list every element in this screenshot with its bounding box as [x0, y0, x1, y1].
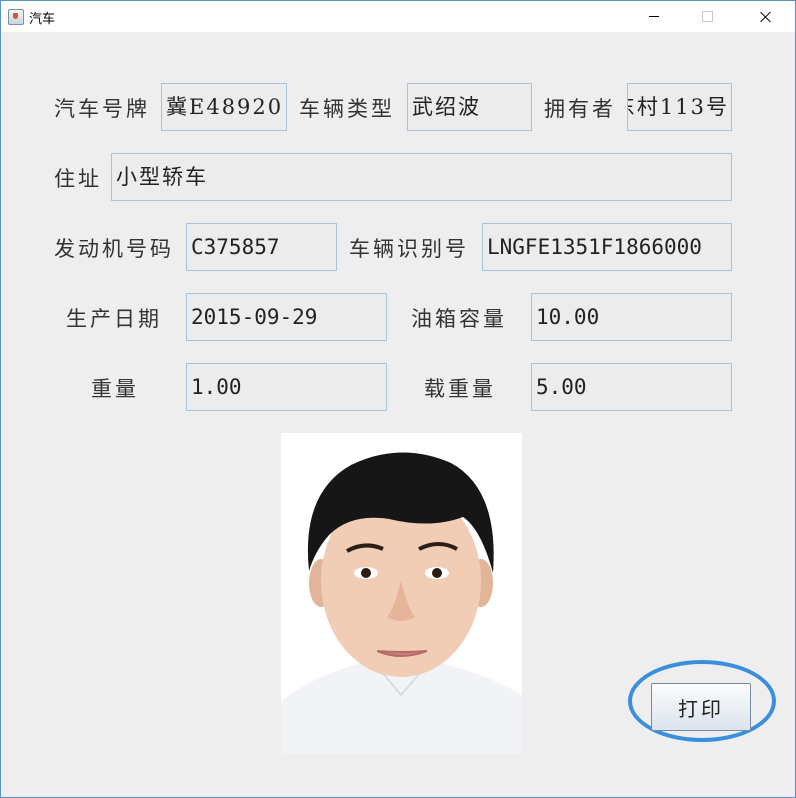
load-field[interactable]: 5.00 — [531, 363, 732, 411]
form-panel: 汽车号牌 冀E48920 车辆类型 武绍波 拥有者 东村113号 住址 小型轿车… — [1, 32, 795, 797]
vin-label: 车辆识别号 — [349, 237, 469, 261]
maximize-button[interactable] — [684, 1, 730, 32]
plate-field[interactable]: 冀E48920 — [161, 83, 287, 131]
plate-label: 汽车号牌 — [54, 97, 150, 121]
close-button[interactable] — [743, 1, 789, 32]
minimize-button[interactable] — [631, 1, 677, 32]
minimize-icon — [649, 16, 659, 17]
close-icon — [760, 11, 772, 23]
java-app-icon — [8, 9, 24, 25]
fuel-capacity-field[interactable]: 10.00 — [531, 293, 732, 341]
app-window: 汽车 汽车号牌 冀E48920 车辆类型 武绍波 拥有者 东村113号 住址 小… — [0, 0, 796, 798]
production-date-field[interactable]: 2015-09-29 — [186, 293, 387, 341]
maximize-icon — [701, 11, 713, 22]
vehicle-type-label: 车辆类型 — [299, 97, 395, 121]
print-button[interactable]: 打印 — [651, 683, 751, 731]
engine-label: 发动机号码 — [54, 237, 174, 261]
owner-photo — [281, 433, 522, 753]
load-label: 载重量 — [424, 377, 496, 401]
address-label: 住址 — [54, 167, 102, 191]
owner-label: 拥有者 — [544, 97, 616, 121]
title-bar[interactable]: 汽车 — [1, 1, 795, 32]
window-title: 汽车 — [29, 12, 56, 27]
vehicle-type-field[interactable]: 武绍波 — [407, 83, 532, 131]
owner-field[interactable]: 东村113号 — [627, 83, 732, 131]
production-date-label: 生产日期 — [66, 307, 162, 331]
engine-field[interactable]: C375857 — [186, 223, 337, 271]
portrait-image — [281, 433, 522, 753]
address-field[interactable]: 小型轿车 — [111, 153, 732, 201]
weight-label: 重量 — [91, 377, 139, 401]
fuel-capacity-label: 油箱容量 — [411, 307, 507, 331]
vin-field[interactable]: LNGFE1351F1866000 — [482, 223, 732, 271]
weight-field[interactable]: 1.00 — [186, 363, 387, 411]
